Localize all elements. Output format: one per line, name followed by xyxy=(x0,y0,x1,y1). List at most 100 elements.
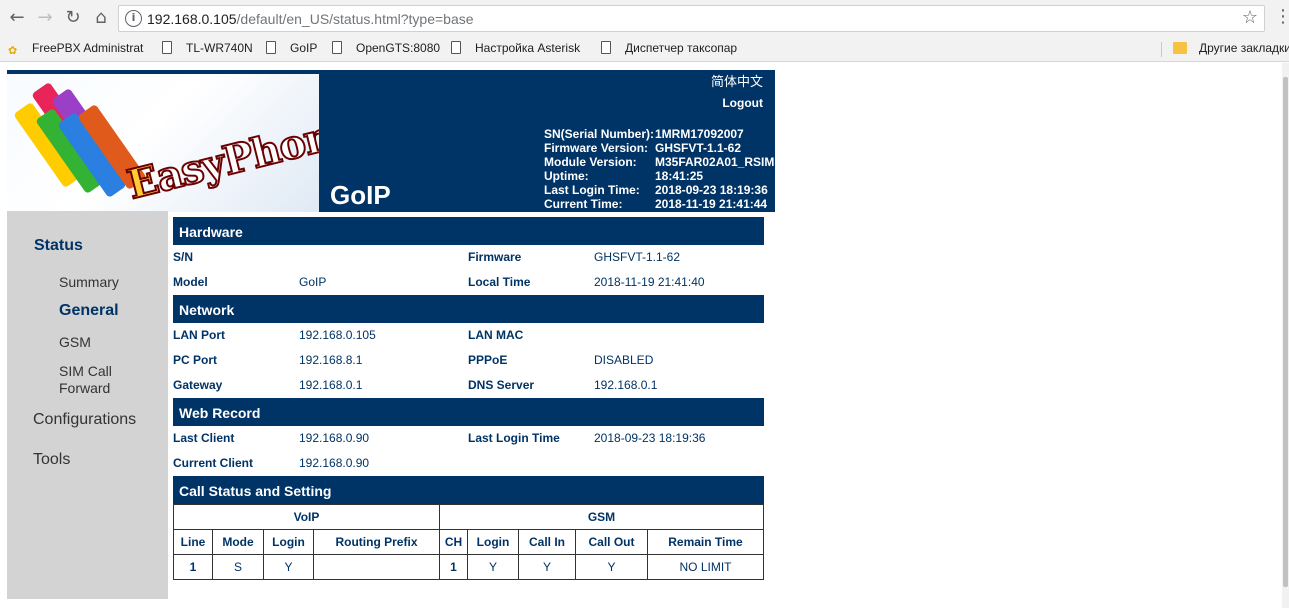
lastclient-label: Last Client xyxy=(173,431,235,445)
url-host: 192.168.0.105 xyxy=(147,11,237,27)
table-group-header-row: VoIP GSM xyxy=(173,504,764,530)
bookmark-dispatcher[interactable]: Диспетчер таксопар xyxy=(601,41,737,55)
table-row: 1 S Y 1 Y Y Y NO LIMIT xyxy=(173,554,764,580)
freepbx-icon: ✿ xyxy=(8,44,18,57)
url-text[interactable]: 192.168.0.105/default/en_US/status.html?… xyxy=(147,11,474,27)
bookmarks-bar: ✿ FreePBX Administrat TL-WR740N GoIP Open… xyxy=(0,37,1289,62)
bookmark-label: TL-WR740N xyxy=(186,41,253,55)
menu-sim-call-forward[interactable]: SIM Call Forward xyxy=(59,363,112,396)
page-icon xyxy=(601,41,611,54)
cell-voip-login: Y xyxy=(263,554,314,580)
menu-tools[interactable]: Tools xyxy=(33,451,70,469)
browser-menu-icon[interactable]: ⋮ xyxy=(1274,6,1289,27)
lanmac-label: LAN MAC xyxy=(468,328,524,342)
menu-sim-call-forward-line2: Forward xyxy=(59,380,111,396)
localtime-label: Local Time xyxy=(468,275,531,289)
cell-gsm-login: Y xyxy=(467,554,519,580)
cell-remain-time: NO LIMIT xyxy=(647,554,764,580)
side-menu: Status Summary General GSM SIM Call Forw… xyxy=(7,211,168,599)
gateway-label: Gateway xyxy=(173,378,223,392)
col-call-out: Call Out xyxy=(575,529,648,555)
section-network: Network xyxy=(173,295,764,323)
logout-link[interactable]: Logout xyxy=(722,96,763,110)
info-label: Current Time: xyxy=(544,197,623,211)
cell-call-in: Y xyxy=(518,554,576,580)
cell-line: 1 xyxy=(173,554,213,580)
pcport-label: PC Port xyxy=(173,353,218,367)
currentclient-label: Current Client xyxy=(173,456,254,470)
logo-letters-rest: asyPhone xyxy=(150,105,319,202)
bookmark-tl-wr740n[interactable]: TL-WR740N xyxy=(162,41,253,55)
cell-mode: S xyxy=(212,554,264,580)
scrollbar-thumb[interactable] xyxy=(1283,77,1288,587)
folder-icon xyxy=(1173,42,1187,54)
col-mode: Mode xyxy=(212,529,264,555)
model-label: Model xyxy=(173,275,208,289)
page-icon xyxy=(266,41,276,54)
pppoe-label: PPPoE xyxy=(468,353,508,367)
language-link[interactable]: 简体中文 xyxy=(711,71,763,90)
bookmark-freepbx[interactable]: ✿ FreePBX Administrat xyxy=(8,41,143,57)
bookmark-opengts[interactable]: OpenGTS:8080 xyxy=(332,41,440,55)
firmware-value: GHSFVT-1.1-62 xyxy=(594,250,681,264)
info-label: Module Version: xyxy=(544,155,637,169)
section-call-status: Call Status and Setting xyxy=(173,476,764,504)
gateway-value: 192.168.0.1 xyxy=(299,378,363,392)
cell-ch: 1 xyxy=(439,554,468,580)
firmware-label: Firmware xyxy=(468,250,522,264)
info-label: SN(Serial Number): xyxy=(544,127,655,141)
voip-header: VoIP xyxy=(173,504,440,530)
lastlogin-value: 2018-09-23 18:19:36 xyxy=(594,431,706,445)
lanport-value: 192.168.0.105 xyxy=(299,328,376,342)
address-bar[interactable]: i 192.168.0.105/default/en_US/status.htm… xyxy=(118,5,1265,32)
menu-configurations[interactable]: Configurations xyxy=(33,411,136,429)
url-path: /default/en_US/status.html?type=base xyxy=(236,11,474,27)
other-bookmarks[interactable]: Другие закладки xyxy=(1173,41,1289,55)
menu-status[interactable]: Status xyxy=(34,237,83,255)
section-web-record: Web Record xyxy=(173,398,764,426)
cell-call-out: Y xyxy=(575,554,648,580)
site-info-icon[interactable]: i xyxy=(125,10,142,27)
sn-label: S/N xyxy=(173,250,194,264)
pcport-value: 192.168.8.1 xyxy=(299,353,363,367)
col-voip-login: Login xyxy=(263,529,314,555)
gsm-header: GSM xyxy=(439,504,764,530)
home-icon[interactable]: ⌂ xyxy=(89,6,113,30)
col-remain-time: Remain Time xyxy=(647,529,764,555)
browser-toolbar: ← → ↻ ⌂ i 192.168.0.105/default/en_US/st… xyxy=(0,0,1289,37)
back-arrow-icon[interactable]: ← xyxy=(5,6,29,30)
cell-routing-prefix xyxy=(313,554,440,580)
reload-icon[interactable]: ↻ xyxy=(61,6,85,30)
lastlogin-label: Last Login Time xyxy=(468,431,560,445)
model-value: GoIP xyxy=(299,275,327,289)
vertical-scrollbar[interactable] xyxy=(1282,63,1289,608)
info-value: 1MRM17092007 xyxy=(655,127,744,141)
menu-summary[interactable]: Summary xyxy=(59,274,119,290)
table-header-row: Line Mode Login Routing Prefix CH Login … xyxy=(173,529,764,555)
col-call-in: Call In xyxy=(518,529,576,555)
info-value: M35FAR02A01_RSIM xyxy=(655,155,775,169)
bookmark-star-icon[interactable]: ☆ xyxy=(1242,7,1258,28)
pppoe-value: DISABLED xyxy=(594,353,654,367)
forward-arrow-icon[interactable]: → xyxy=(33,6,57,30)
menu-general[interactable]: General xyxy=(59,302,119,320)
bookmark-goip[interactable]: GoIP xyxy=(266,41,317,55)
info-value: 18:41:25 xyxy=(655,169,704,183)
menu-gsm[interactable]: GSM xyxy=(59,334,91,350)
info-value: GHSFVT-1.1-62 xyxy=(655,141,742,155)
lastclient-value: 192.168.0.90 xyxy=(299,431,370,445)
header-banner: EasyPhone GoIP 简体中文 Logout SN(Serial Num… xyxy=(7,70,775,212)
col-line: Line xyxy=(173,529,213,555)
logo-wordmark: EasyPhone xyxy=(122,105,319,209)
page-icon xyxy=(332,41,342,54)
info-label: Last Login Time: xyxy=(544,183,640,197)
bookmark-asterisk[interactable]: Настройка Asterisk xyxy=(451,41,580,55)
bookmarks-divider xyxy=(1161,42,1162,57)
col-routing-prefix: Routing Prefix xyxy=(313,529,440,555)
other-bookmarks-label: Другие закладки xyxy=(1199,41,1289,55)
bookmark-label: Диспетчер таксопар xyxy=(625,41,738,55)
currentclient-value: 192.168.0.90 xyxy=(299,456,370,470)
lanport-label: LAN Port xyxy=(173,328,225,342)
product-name: GoIP xyxy=(330,180,391,210)
col-gsm-login: Login xyxy=(467,529,519,555)
